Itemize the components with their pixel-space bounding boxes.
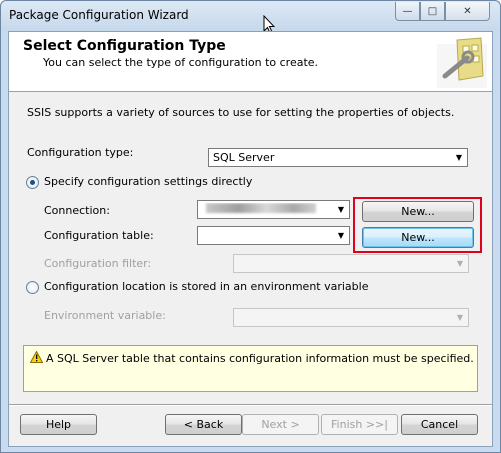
back-button[interactable]: < Back — [165, 414, 242, 435]
page-title: Select Configuration Type — [23, 38, 226, 54]
chevron-down-icon: ▼ — [337, 205, 345, 214]
redacted-connection-name — [206, 203, 316, 213]
chevron-down-icon: ▼ — [456, 313, 464, 322]
wizard-client-area: Select Configuration Type You can select… — [8, 31, 493, 447]
close-button[interactable]: ✕ — [445, 2, 490, 21]
title-bar[interactable]: Package Configuration Wizard — □ ✕ — [1, 1, 500, 31]
finish-button[interactable]: Finish >>| — [321, 414, 398, 435]
chevron-down-icon: ▼ — [455, 153, 463, 162]
warning-icon — [30, 351, 43, 363]
annotation-highlight-box — [353, 197, 482, 253]
minimize-button[interactable]: — — [395, 2, 420, 21]
connection-value-redacted — [198, 203, 333, 216]
message-text: A SQL Server table that contains configu… — [46, 352, 474, 365]
config-type-value: SQL Server — [213, 151, 275, 164]
chevron-down-icon: ▼ — [337, 231, 345, 240]
wizard-header-icon — [437, 37, 487, 88]
chevron-down-icon: ▼ — [456, 259, 464, 268]
wizard-header: Select Configuration Type You can select… — [9, 32, 492, 92]
connection-select[interactable]: ▼ — [197, 200, 350, 219]
radio-selected-dot — [30, 180, 35, 185]
description-text: SSIS supports a variety of sources to us… — [27, 106, 455, 119]
radio-env-label[interactable]: Configuration location is stored in an e… — [44, 280, 368, 293]
wizard-window: Package Configuration Wizard — □ ✕ Selec… — [0, 0, 501, 453]
next-button[interactable]: Next > — [242, 414, 319, 435]
env-variable-label: Environment variable: — [44, 309, 166, 322]
config-type-label: Configuration type: — [27, 146, 134, 159]
footer-separator — [9, 404, 492, 406]
env-variable-select[interactable]: ▼ — [233, 308, 469, 327]
message-box: A SQL Server table that contains configu… — [23, 345, 478, 392]
page-subtitle: You can select the type of configuration… — [43, 56, 319, 69]
connection-label: Connection: — [44, 204, 110, 217]
config-table-select[interactable]: ▼ — [197, 226, 350, 245]
radio-direct-label[interactable]: Specify configuration settings directly — [44, 175, 252, 188]
config-filter-label: Configuration filter: — [44, 257, 152, 270]
window-title: Package Configuration Wizard — [9, 8, 189, 22]
radio-direct-settings[interactable] — [26, 176, 39, 189]
config-type-select[interactable]: SQL Server ▼ — [208, 148, 468, 167]
config-filter-select[interactable]: ▼ — [233, 254, 469, 273]
radio-env-variable[interactable] — [26, 281, 39, 294]
config-table-label: Configuration table: — [44, 229, 154, 242]
help-button[interactable]: Help — [20, 414, 97, 435]
maximize-button[interactable]: □ — [420, 2, 445, 21]
cancel-button[interactable]: Cancel — [401, 414, 478, 435]
